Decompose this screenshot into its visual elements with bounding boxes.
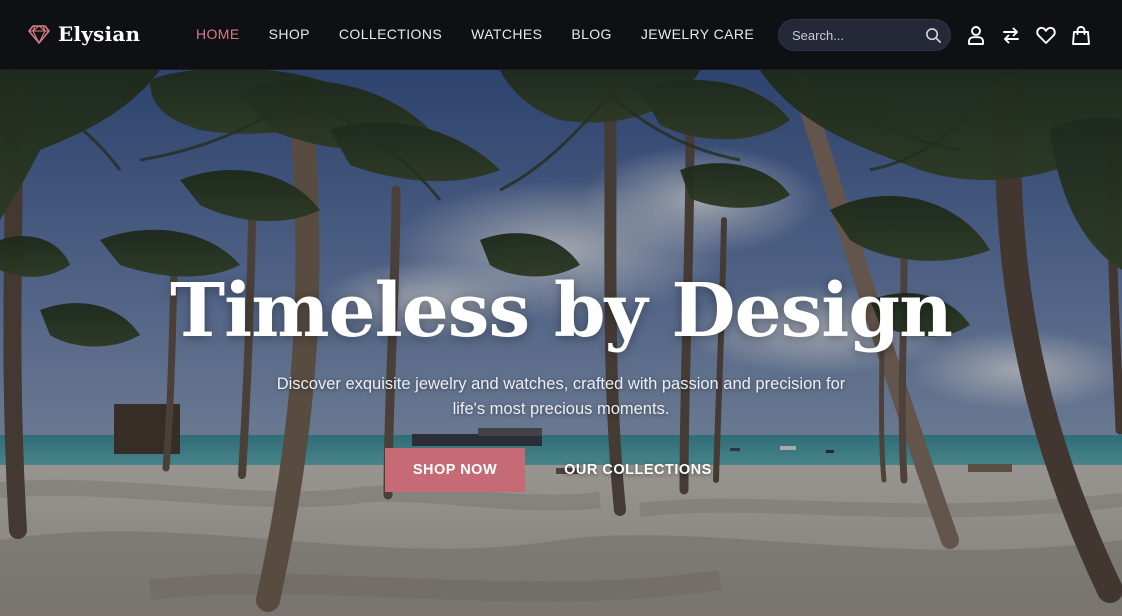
search-box xyxy=(778,19,951,51)
user-icon[interactable] xyxy=(965,24,987,46)
nav-item-collections[interactable]: COLLECTIONS xyxy=(339,26,442,42)
nav-item-home[interactable]: HOME xyxy=(196,26,240,42)
nav-item-watches[interactable]: WATCHES xyxy=(471,26,542,42)
main-nav: HOME SHOP COLLECTIONS WATCHES BLOG JEWEL… xyxy=(196,26,783,42)
search-input[interactable] xyxy=(792,27,918,43)
hero-subtitle: Discover exquisite jewelry and watches, … xyxy=(276,375,846,418)
diamond-icon xyxy=(28,25,50,44)
brand-name: Elysian xyxy=(58,22,141,46)
our-collections-button[interactable]: OUR COLLECTIONS xyxy=(553,448,723,492)
search-icon[interactable] xyxy=(925,27,942,44)
nav-item-shop[interactable]: SHOP xyxy=(269,26,310,42)
nav-item-jewelry-care[interactable]: JEWELRY CARE xyxy=(641,26,754,42)
heart-icon[interactable] xyxy=(1035,24,1057,46)
hero-title: Timeless by Design xyxy=(170,268,953,354)
brand-logo[interactable]: Elysian xyxy=(28,22,140,46)
shopping-bag-icon[interactable] xyxy=(1070,24,1092,46)
site-header: Elysian HOME SHOP COLLECTIONS WATCHES BL… xyxy=(0,0,1122,70)
nav-item-blog[interactable]: BLOG xyxy=(571,26,612,42)
hero-section: Timeless by Design Discover exquisite je… xyxy=(0,70,1122,616)
shop-now-button[interactable]: SHOP NOW xyxy=(385,448,525,492)
compare-arrows-icon[interactable] xyxy=(1000,24,1022,46)
